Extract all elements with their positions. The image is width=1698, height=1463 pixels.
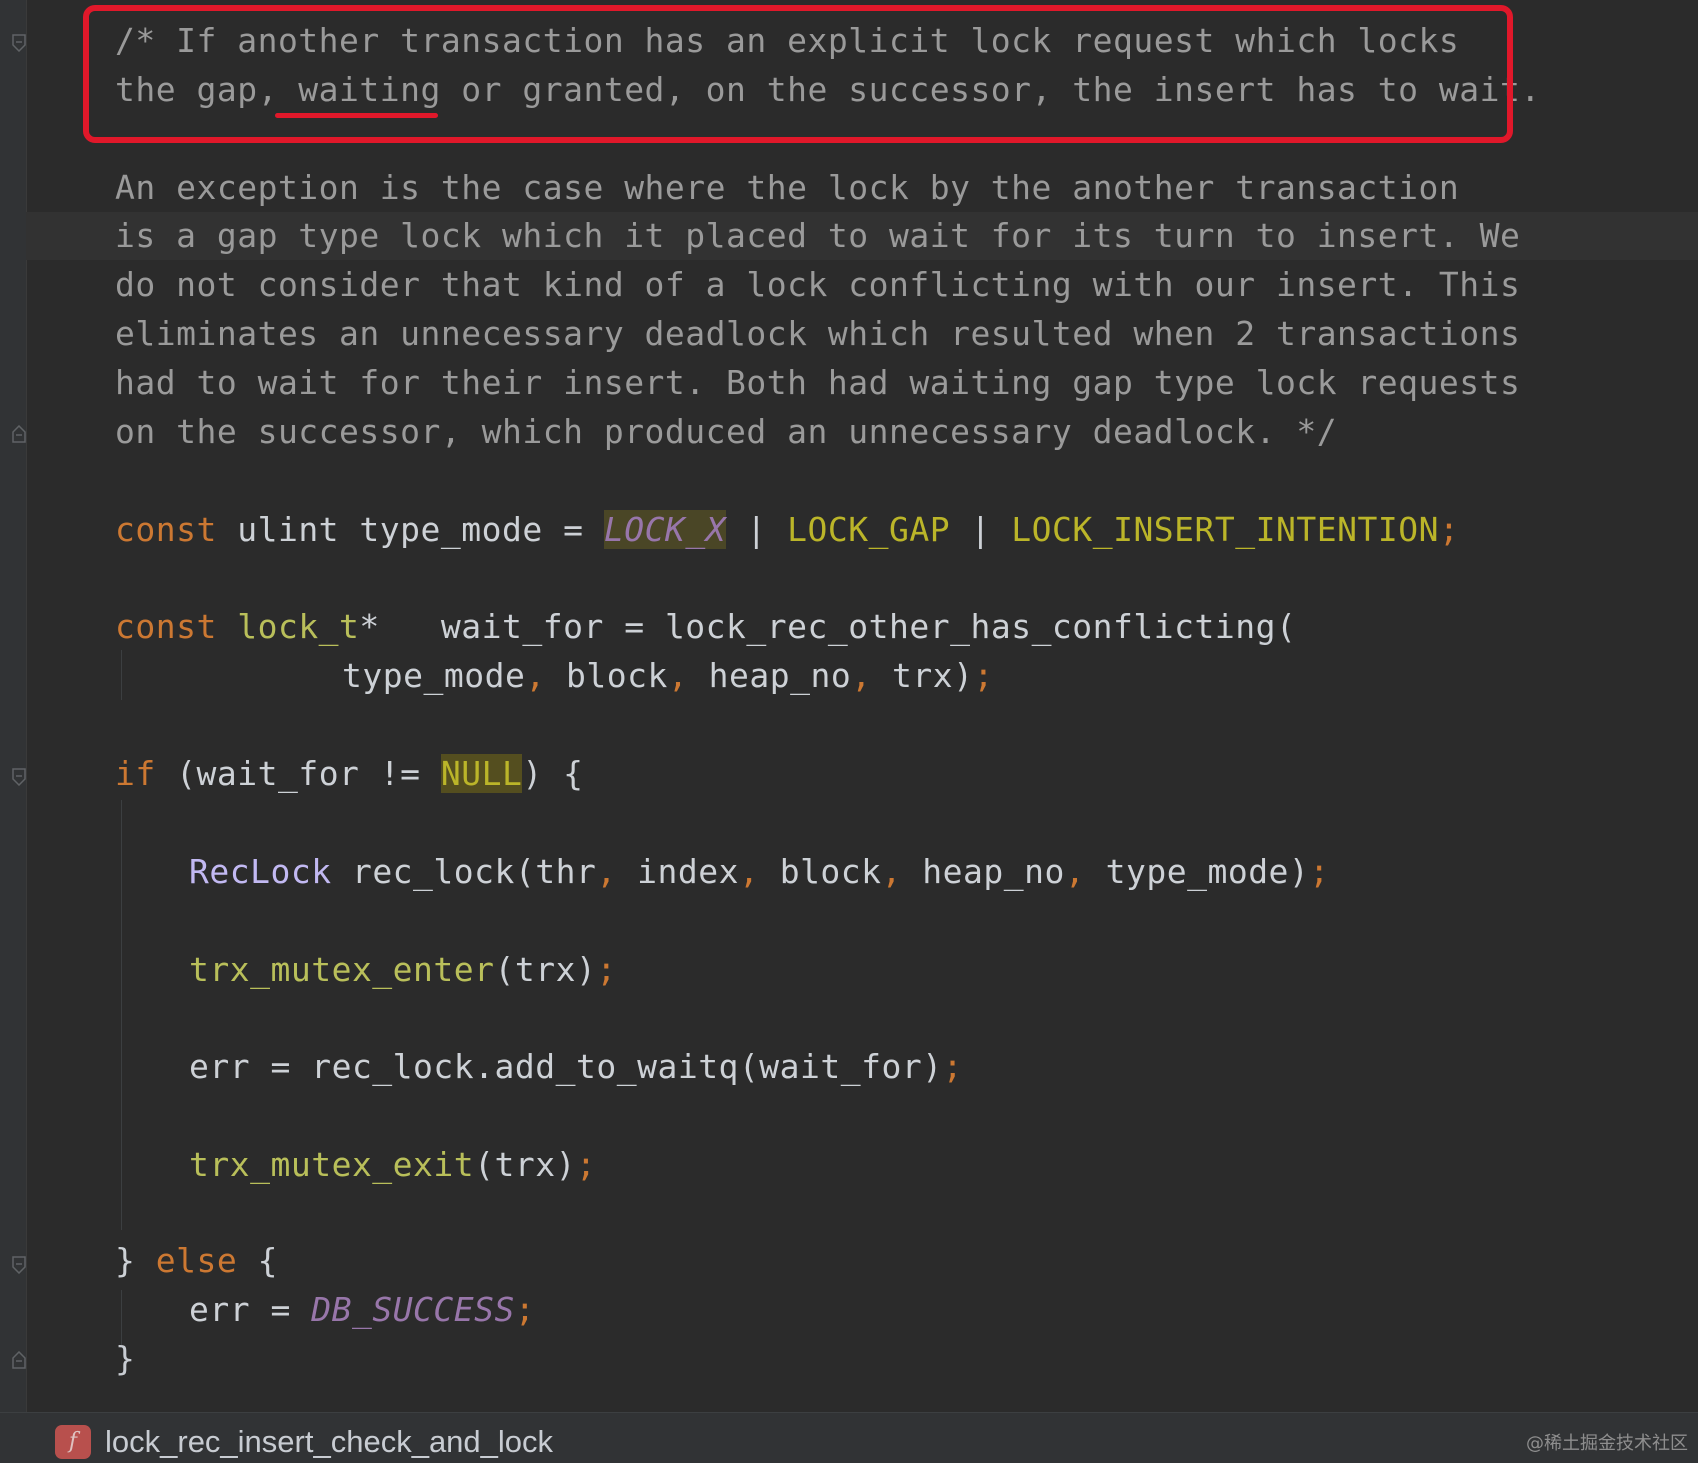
code-line-db-success: err = DB_SUCCESS; — [189, 1286, 535, 1334]
comma: , — [525, 656, 546, 695]
fold-open-icon[interactable] — [12, 34, 26, 52]
semicolon: ; — [514, 1290, 536, 1329]
semicolon: ; — [1438, 510, 1460, 549]
semicolon: ; — [973, 656, 994, 695]
breadcrumb-bar: f lock_rec_insert_check_and_lock @稀土掘金技术… — [0, 1412, 1698, 1463]
comma: , — [667, 656, 689, 695]
code-line-add-to-waitq: err = rec_lock.add_to_waitq(wait_for); — [189, 1043, 963, 1091]
code-line-reclock: RecLock rec_lock(thr, index, block, heap… — [189, 848, 1330, 896]
macro-lock-insert-intention: LOCK_INSERT_INTENTION — [1011, 510, 1439, 549]
indent-guide — [121, 650, 122, 700]
code-editor[interactable]: /* If another transaction has an explici… — [0, 0, 1698, 1412]
indent-guide — [121, 800, 122, 1230]
semicolon: ; — [942, 1047, 963, 1086]
code-text: err = rec_lock.add_to_waitq(wait_for) — [189, 1047, 943, 1086]
code-text: wait_for = lock_rec_other_has_conflictin… — [379, 607, 1297, 646]
code-text: } — [115, 1241, 156, 1280]
code-text: (wait_for != — [155, 754, 441, 793]
code-text: rec_lock(thr — [331, 852, 597, 891]
macro-lock-gap: LOCK_GAP — [787, 510, 951, 549]
comment-line: do not consider that kind of a lock conf… — [115, 265, 1521, 304]
keyword: if — [115, 754, 156, 793]
code-line-mutex-enter: trx_mutex_enter(trx); — [189, 946, 617, 994]
comma: , — [881, 852, 902, 891]
code-text: * — [359, 607, 380, 646]
annotation-highlight-box — [83, 5, 1513, 143]
comment-line: had to wait for their insert. Both had w… — [115, 363, 1521, 402]
annotation-underline — [275, 113, 438, 118]
keyword: const — [115, 510, 217, 549]
comment-line: on the successor, which produced an unne… — [115, 412, 1338, 451]
keyword: else — [155, 1241, 238, 1280]
breadcrumb-function-name[interactable]: lock_rec_insert_check_and_lock — [105, 1421, 553, 1463]
type-name: lock_t — [216, 607, 360, 646]
semicolon: ; — [576, 1145, 597, 1184]
fold-open-icon[interactable] — [12, 1256, 26, 1274]
code-text: block — [545, 656, 668, 695]
code-text: { — [237, 1241, 278, 1280]
comment-line: eliminates an unnecessary deadlock which… — [115, 314, 1521, 353]
code-text: (trx) — [494, 950, 597, 989]
code-text: | — [726, 510, 788, 549]
macro-lock-x: LOCK_X — [603, 510, 727, 549]
function-call: trx_mutex_enter — [189, 950, 495, 989]
fold-end-icon[interactable] — [12, 1351, 26, 1369]
function-call: trx_mutex_exit — [189, 1145, 475, 1184]
semicolon: ; — [596, 950, 617, 989]
code-line-mutex-exit: trx_mutex_exit(trx); — [189, 1141, 596, 1189]
watermark: @稀土掘金技术社区 — [1526, 1433, 1688, 1454]
semicolon: ; — [1309, 852, 1330, 891]
code-text: type_mode — [342, 656, 526, 695]
code-text: heap_no — [688, 656, 852, 695]
comma: , — [851, 656, 872, 695]
code-text: heap_no — [901, 852, 1065, 891]
comma: , — [596, 852, 617, 891]
keyword: const — [115, 607, 217, 646]
code-text: index — [616, 852, 739, 891]
function-icon: f — [55, 1425, 91, 1459]
code-line-else: } else { — [115, 1237, 278, 1285]
code-line-if: if (wait_for != NULL) { — [115, 750, 584, 798]
code-text: err = — [189, 1290, 312, 1329]
code-text: trx) — [871, 656, 974, 695]
code-text: ulint type_mode = — [216, 510, 604, 549]
comment-line: is a gap type lock which it placed to wa… — [115, 216, 1521, 255]
code-line-wait-for: const lock_t* wait_for = lock_rec_other_… — [115, 603, 1296, 651]
code-line-type-mode: const ulint type_mode = LOCK_X | LOCK_GA… — [115, 506, 1459, 554]
code-text: ) { — [522, 754, 584, 793]
fold-end-icon[interactable] — [12, 425, 26, 443]
code-line-close-brace: } — [115, 1339, 136, 1378]
code-text: type_mode) — [1085, 852, 1310, 891]
code-line-args: type_mode, block, heap_no, trx); — [342, 652, 994, 700]
comment-line: An exception is the case where the lock … — [115, 168, 1460, 207]
editor-gutter — [0, 0, 27, 1412]
code-text: | — [950, 510, 1012, 549]
macro-null: NULL — [440, 754, 523, 793]
comma: , — [738, 852, 760, 891]
comma: , — [1064, 852, 1086, 891]
class-name: RecLock — [189, 852, 332, 891]
constant-db-success: DB_SUCCESS — [311, 1290, 515, 1329]
code-text: block — [759, 852, 882, 891]
code-text: (trx) — [474, 1145, 576, 1184]
fold-open-icon[interactable] — [12, 768, 26, 786]
